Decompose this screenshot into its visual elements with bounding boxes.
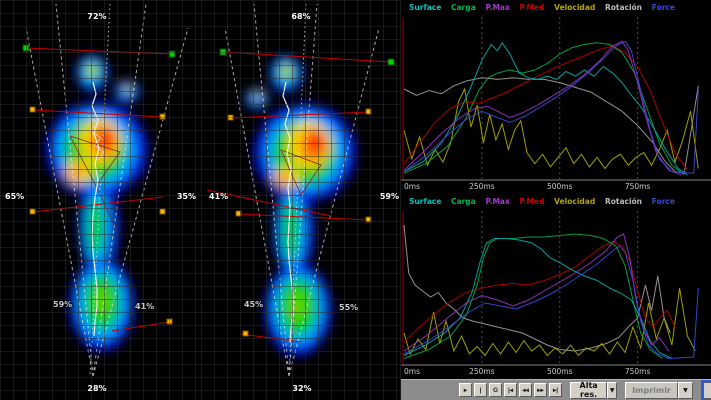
playback-nav-buttons: ▸|G|◂◂◂▸▸▸| xyxy=(459,383,562,397)
legend-item-pmed[interactable]: P.Med xyxy=(520,197,545,206)
legend-item-surface[interactable]: Surface xyxy=(409,197,441,206)
exit-button[interactable]: Salir xyxy=(703,382,711,399)
print-dropdown-arrow-icon[interactable]: ▼ xyxy=(678,382,693,399)
footer-toolbar: ▸|G|◂◂◂▸▸▸| Alta res. ▼ Imprimir ▼ Salir xyxy=(401,379,711,400)
nav-button-3[interactable]: |◂ xyxy=(504,383,517,397)
nav-button-0[interactable]: ▸ xyxy=(459,383,472,397)
legend-item-surface[interactable]: Surface xyxy=(409,3,441,12)
chart-bottom-legend: Surface Carga P.Max P.Med Velocidad Rotación F… xyxy=(401,194,711,207)
x-tick-label: 500ms xyxy=(547,367,573,376)
x-tick-label: 0ms xyxy=(404,367,420,376)
legend-item-pmax[interactable]: P.Max xyxy=(485,197,509,206)
left-foot-inner-right-percent: 41% xyxy=(135,302,154,311)
right-foot-inner-left-percent: 45% xyxy=(244,300,263,309)
chart-top-legend: Surface Carga P.Max P.Med Velocidad Rotación F… xyxy=(401,0,711,13)
right-foot-pressure-map xyxy=(201,0,401,400)
legend-item-pmed[interactable]: P.Med xyxy=(520,3,545,12)
x-tick-label: 750ms xyxy=(625,367,651,376)
gait-curves-chart-top: 0ms 250ms 500ms 750ms xyxy=(401,13,711,194)
resolution-combo: Alta res. ▼ xyxy=(570,382,617,399)
legend-item-force[interactable]: Force xyxy=(652,3,675,12)
left-foot-right-percent: 35% xyxy=(177,192,196,201)
legend-item-carga[interactable]: Carga xyxy=(451,197,476,206)
left-foot-pressure-map xyxy=(0,0,200,400)
legend-item-carga[interactable]: Carga xyxy=(451,3,476,12)
print-combo: Imprimir ▼ xyxy=(625,382,693,399)
right-foot-bottom-percent: 32% xyxy=(292,384,311,393)
left-foot-bottom-percent: 28% xyxy=(87,384,106,393)
x-tick-label: 750ms xyxy=(625,182,651,191)
resolution-dropdown-button[interactable]: Alta res. xyxy=(570,382,607,399)
nav-button-5[interactable]: ▸▸ xyxy=(534,383,547,397)
legend-item-velocidad[interactable]: Velocidad xyxy=(554,3,595,12)
x-tick-label: 250ms xyxy=(469,367,495,376)
left-foot-left-percent: 65% xyxy=(5,192,24,201)
legend-item-rotacin[interactable]: Rotación xyxy=(605,197,642,206)
x-tick-label: 500ms xyxy=(547,182,573,191)
legend-item-velocidad[interactable]: Velocidad xyxy=(554,197,595,206)
curve-force xyxy=(404,246,698,359)
chart-bottom-block: Surface Carga P.Max P.Med Velocidad Rotación F… xyxy=(401,194,711,379)
legend-item-force[interactable]: Force xyxy=(652,197,675,206)
right-foot-right-percent: 59% xyxy=(380,192,399,201)
chart-top-block: Surface Carga P.Max P.Med Velocidad Rotación F… xyxy=(401,0,711,194)
left-foot-top-percent: 72% xyxy=(87,12,106,21)
nav-button-2[interactable]: G xyxy=(489,383,502,397)
resolution-dropdown-arrow-icon[interactable]: ▼ xyxy=(607,382,617,399)
x-tick-label: 0ms xyxy=(404,182,420,191)
right-foot-top-percent: 68% xyxy=(291,12,310,21)
nav-button-4[interactable]: ◂◂ xyxy=(519,383,532,397)
pressure-plate-app: 72% 65% 35% 28% 59% 41% xyxy=(0,0,711,400)
print-button[interactable]: Imprimir xyxy=(625,382,678,399)
legend-item-pmax[interactable]: P.Max xyxy=(485,3,509,12)
left-foot-panel: 72% 65% 35% 28% 59% 41% xyxy=(0,0,200,400)
nav-button-1[interactable]: | xyxy=(474,383,487,397)
curve-carga xyxy=(404,234,663,359)
nav-button-6[interactable]: ▸| xyxy=(549,383,562,397)
curve-rotacin xyxy=(404,78,698,173)
left-foot-inner-left-percent: 59% xyxy=(53,300,72,309)
x-tick-label: 250ms xyxy=(469,182,495,191)
charts-column: Surface Carga P.Max P.Med Velocidad Rotación F… xyxy=(400,0,711,400)
right-foot-inner-right-percent: 55% xyxy=(339,303,358,312)
legend-item-rotacin[interactable]: Rotación xyxy=(605,3,642,12)
gait-curves-chart-bottom: 0ms 250ms 500ms 750ms xyxy=(401,207,711,379)
right-foot-left-percent: 41% xyxy=(209,192,228,201)
right-foot-panel: 68% 41% 59% 32% 45% 55% xyxy=(200,0,400,400)
